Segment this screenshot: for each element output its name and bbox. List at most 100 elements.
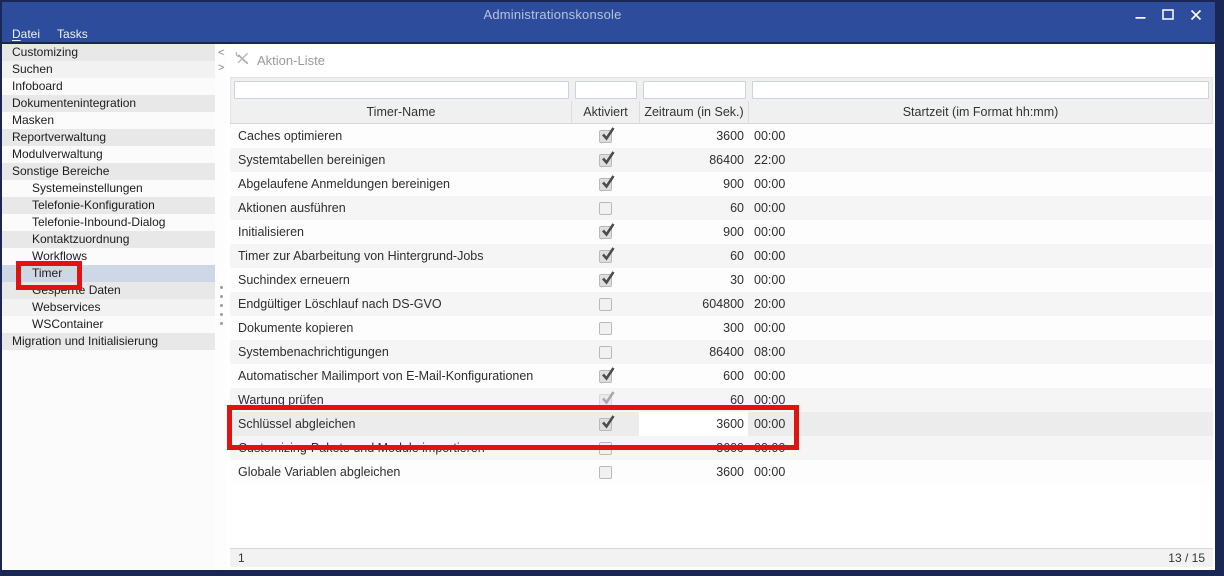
cell-aktiviert <box>571 316 639 340</box>
table-row-suchindex-erneuern[interactable]: Suchindex erneuern3000:00 <box>230 268 1213 292</box>
sidebar-item-workflows[interactable]: Workflows <box>2 248 215 265</box>
cell-zeitraum: 600 <box>639 364 748 388</box>
sidebar-item-webservices[interactable]: Webservices <box>2 299 215 316</box>
cell-zeitraum: 30 <box>639 268 748 292</box>
chevron-left-icon[interactable]: < <box>218 48 224 59</box>
table-row-initialisieren[interactable]: Initialisieren90000:00 <box>230 220 1213 244</box>
filter-row <box>230 77 1213 101</box>
table-body: Caches optimieren360000:00Systemtabellen… <box>230 124 1213 484</box>
sidebar-item-telefonie-konfiguration[interactable]: Telefonie-Konfiguration <box>2 197 215 214</box>
table-row-automatischer-mailimport-von-e-mail-konfigurationen[interactable]: Automatischer Mailimport von E-Mail-Konf… <box>230 364 1213 388</box>
checkbox-checked-icon[interactable] <box>599 418 612 431</box>
cell-timer-name: Automatischer Mailimport von E-Mail-Konf… <box>230 364 571 388</box>
column-header-aktiviert[interactable]: Aktiviert <box>572 101 640 123</box>
checkbox-checked-icon[interactable] <box>599 250 612 263</box>
sidebar-item-customizing[interactable]: Customizing <box>2 44 215 61</box>
table-row-schl-ssel-abgleichen[interactable]: Schlüssel abgleichen360000:00 <box>230 412 1213 436</box>
sidebar-item-timer[interactable]: Timer <box>2 265 215 282</box>
sidebar-item-migration-und-initialisierung[interactable]: Migration und Initialisierung <box>2 333 215 350</box>
cell-aktiviert <box>571 292 639 316</box>
table-row-customizing-pakete-und-module-importieren[interactable]: Customizing-Pakete und Module importiere… <box>230 436 1213 460</box>
sidebar-item-dokumentenintegration[interactable]: Dokumentenintegration <box>2 95 215 112</box>
sidebar-item-telefonie-inbound-dialog[interactable]: Telefonie-Inbound-Dialog <box>2 214 215 231</box>
cell-startzeit: 00:00 <box>748 460 1213 484</box>
sidebar-item-systemeinstellungen[interactable]: Systemeinstellungen <box>2 180 215 197</box>
sidebar-item-modulverwaltung[interactable]: Modulverwaltung <box>2 146 215 163</box>
cell-zeitraum: 60 <box>639 244 748 268</box>
sidebar-item-gesperrte-daten[interactable]: Gesperrte Daten <box>2 282 215 299</box>
table-row-dokumente-kopieren[interactable]: Dokumente kopieren30000:00 <box>230 316 1213 340</box>
table-row-abgelaufene-anmeldungen-bereinigen[interactable]: Abgelaufene Anmeldungen bereinigen90000:… <box>230 172 1213 196</box>
table-row-systembenachrichtigungen[interactable]: Systembenachrichtigungen8640008:00 <box>230 340 1213 364</box>
checkbox-checked-icon[interactable] <box>599 130 612 143</box>
column-header-startzeit-im-format-hh-mm[interactable]: Startzeit (im Format hh:mm) <box>749 101 1212 123</box>
checkbox-unchecked-icon[interactable] <box>599 322 612 335</box>
sidebar-item-sonstige-bereiche[interactable]: Sonstige Bereiche <box>2 163 215 180</box>
checkbox-unchecked-icon[interactable] <box>599 346 612 359</box>
cell-startzeit: 00:00 <box>748 388 1213 412</box>
menu-tasks[interactable]: Tasks <box>57 27 88 42</box>
cell-startzeit: 00:00 <box>748 436 1213 460</box>
table-row-endg-ltiger-l-schlauf-nach-ds-gvo[interactable]: Endgültiger Löschlauf nach DS-GVO6048002… <box>230 292 1213 316</box>
table-row-wartung-pr-fen[interactable]: Wartung prüfen6000:00 <box>230 388 1213 412</box>
cell-zeitraum: 3600 <box>639 460 748 484</box>
maximize-icon[interactable] <box>1161 8 1175 22</box>
cell-timer-name: Initialisieren <box>230 220 571 244</box>
cell-timer-name: Suchindex erneuern <box>230 268 571 292</box>
sidebar-splitter[interactable]: < > <box>215 44 227 570</box>
table-row-systemtabellen-bereinigen[interactable]: Systemtabellen bereinigen8640022:00 <box>230 148 1213 172</box>
checkbox-unchecked-icon[interactable] <box>599 298 612 311</box>
checkbox-unchecked-icon[interactable] <box>599 442 612 455</box>
cell-startzeit: 00:00 <box>748 220 1213 244</box>
filter-input-timer-name[interactable] <box>234 81 569 99</box>
checkbox-unchecked-icon[interactable] <box>599 202 612 215</box>
cell-zeitraum: 86400 <box>639 148 748 172</box>
cell-aktiviert <box>571 388 639 412</box>
menu-datei[interactable]: Datei <box>12 27 40 42</box>
cell-timer-name: Aktionen ausführen <box>230 196 571 220</box>
checkbox-checked-icon[interactable] <box>599 394 612 407</box>
sidebar-item-reportverwaltung[interactable]: Reportverwaltung <box>2 129 215 146</box>
cell-timer-name: Abgelaufene Anmeldungen bereinigen <box>230 172 571 196</box>
cell-startzeit: 00:00 <box>748 364 1213 388</box>
column-header-zeitraum-in-sek[interactable]: Zeitraum (in Sek.) <box>640 101 749 123</box>
tools-icon <box>235 51 250 71</box>
sidebar: CustomizingSuchenInfoboardDokumenteninte… <box>2 44 215 570</box>
status-record-count: 13 / 15 <box>1168 551 1205 565</box>
cell-timer-name: Schlüssel abgleichen <box>230 412 571 436</box>
cell-zeitraum[interactable]: 3600 <box>639 412 748 436</box>
filter-input-zeitraum-in-sek[interactable] <box>643 81 746 99</box>
cell-zeitraum: 3600 <box>639 436 748 460</box>
column-header-timer-name[interactable]: Timer-Name <box>231 101 572 123</box>
checkbox-unchecked-icon[interactable] <box>599 466 612 479</box>
checkbox-checked-icon[interactable] <box>599 274 612 287</box>
chevron-right-icon[interactable]: > <box>218 63 224 74</box>
cell-zeitraum: 300 <box>639 316 748 340</box>
cell-aktiviert <box>571 172 639 196</box>
cell-startzeit: 00:00 <box>748 196 1213 220</box>
checkbox-checked-icon[interactable] <box>599 370 612 383</box>
close-icon[interactable] <box>1189 8 1203 22</box>
sidebar-item-infoboard[interactable]: Infoboard <box>2 78 215 95</box>
sidebar-item-wscontainer[interactable]: WSContainer <box>2 316 215 333</box>
cell-aktiviert <box>571 340 639 364</box>
table-row-caches-optimieren[interactable]: Caches optimieren360000:00 <box>230 124 1213 148</box>
sidebar-item-masken[interactable]: Masken <box>2 112 215 129</box>
table-row-aktionen-ausf-hren[interactable]: Aktionen ausführen 6000:00 <box>230 196 1213 220</box>
checkbox-checked-icon[interactable] <box>599 154 612 167</box>
sidebar-item-suchen[interactable]: Suchen <box>2 61 215 78</box>
sidebar-item-kontaktzuordnung[interactable]: Kontaktzuordnung <box>2 231 215 248</box>
splitter-grip-icon[interactable] <box>220 286 223 325</box>
checkbox-checked-icon[interactable] <box>599 226 612 239</box>
table-row-timer-zur-abarbeitung-von-hintergrund-jobs[interactable]: Timer zur Abarbeitung von Hintergrund-Jo… <box>230 244 1213 268</box>
minimize-icon[interactable] <box>1133 8 1147 22</box>
cell-timer-name: Customizing-Pakete und Module importiere… <box>230 436 571 460</box>
filter-input-aktiviert[interactable] <box>575 81 637 99</box>
timer-table: Timer-NameAktiviertZeitraum (in Sek.)Sta… <box>230 77 1213 484</box>
cell-zeitraum: 60 <box>639 196 748 220</box>
checkbox-checked-icon[interactable] <box>599 178 612 191</box>
cell-zeitraum: 900 <box>639 172 748 196</box>
cell-aktiviert <box>571 364 639 388</box>
filter-input-startzeit-im-format-hh-mm[interactable] <box>752 81 1209 99</box>
table-row-globale-variablen-abgleichen[interactable]: Globale Variablen abgleichen360000:00 <box>230 460 1213 484</box>
